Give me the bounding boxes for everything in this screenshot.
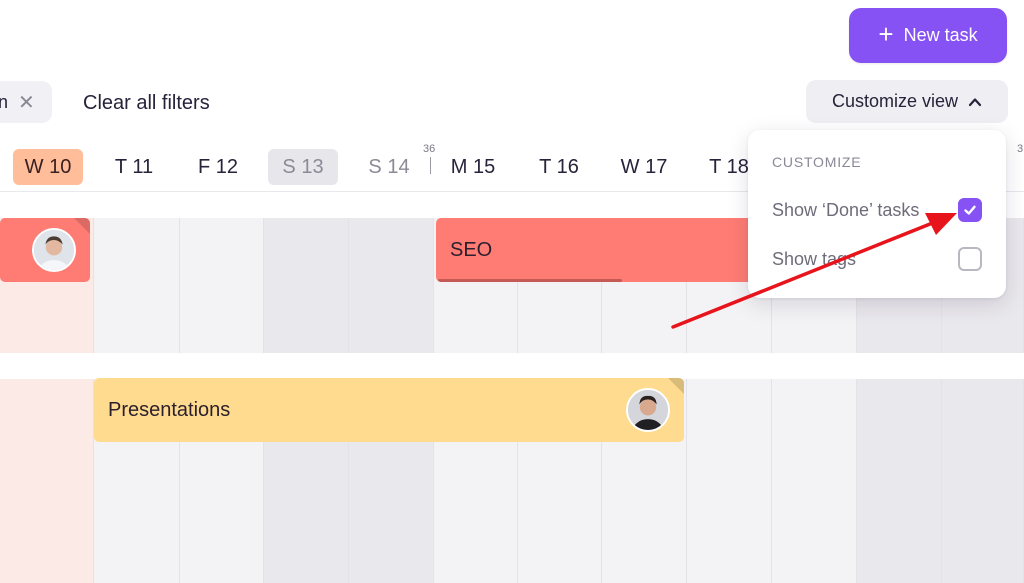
show-tags-checkbox[interactable]	[958, 247, 982, 271]
day-header-today: W 10	[13, 149, 83, 185]
task-bar-presentations[interactable]: Presentations	[94, 378, 684, 442]
check-icon	[964, 205, 976, 215]
customize-view-dropdown: CUSTOMIZE Show ‘Done’ tasks Show tags	[748, 130, 1006, 298]
plus-icon: +	[878, 19, 894, 49]
dropdown-section-title: CUSTOMIZE	[772, 154, 862, 170]
filter-chip-label: n	[0, 91, 9, 112]
avatar[interactable]	[32, 228, 76, 272]
option-label: Show ‘Done’ tasks	[772, 199, 920, 220]
task-bar[interactable]	[0, 218, 90, 282]
show-done-tasks-checkbox[interactable]	[958, 198, 982, 222]
task-progress-bar	[438, 279, 622, 282]
day-header: T 16	[539, 155, 579, 178]
row-separator	[0, 353, 1024, 379]
task-bar-seo[interactable]: SEO	[436, 218, 766, 282]
day-header: T 11	[114, 155, 154, 178]
day-header-weekend: S 13	[268, 149, 338, 185]
task-name: Presentations	[108, 398, 231, 421]
week-number: 36	[423, 143, 436, 155]
task-name: SEO	[450, 238, 493, 261]
task-corner-marker	[668, 378, 684, 394]
day-header: M 15	[450, 155, 496, 178]
show-done-tasks-option[interactable]: Show ‘Done’ tasks	[772, 195, 982, 225]
active-filter-chip[interactable]: n ✕	[0, 81, 52, 123]
new-task-label: New task	[903, 25, 978, 45]
option-label: Show tags	[772, 248, 857, 269]
person-icon	[628, 390, 668, 430]
customize-view-label: Customize view	[831, 91, 959, 111]
day-header: W 17	[620, 155, 668, 178]
day-header: F 12	[197, 155, 239, 178]
close-icon[interactable]: ✕	[18, 90, 35, 115]
person-icon	[34, 230, 74, 270]
chevron-up-icon	[968, 97, 982, 106]
customize-view-button[interactable]: Customize view	[806, 80, 1008, 123]
avatar[interactable]	[626, 388, 670, 432]
clear-all-filters-link[interactable]: Clear all filters	[83, 92, 210, 115]
week-divider	[430, 157, 431, 174]
task-corner-marker	[74, 218, 90, 234]
day-header-weekend: S 14	[368, 155, 410, 178]
week-number: 3	[1017, 143, 1024, 155]
show-tags-option[interactable]: Show tags	[772, 244, 982, 274]
new-task-button[interactable]: + New task	[849, 8, 1007, 63]
